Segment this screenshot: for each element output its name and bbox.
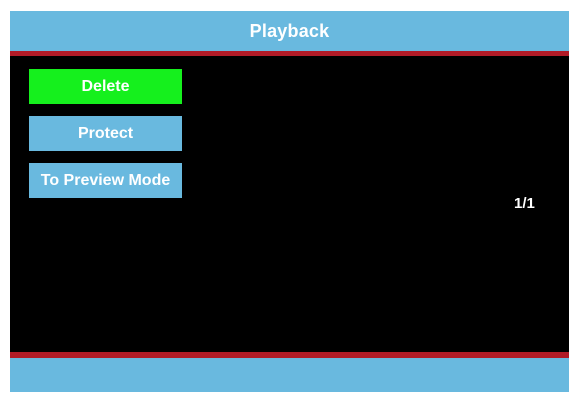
to-preview-mode-button[interactable]: To Preview Mode xyxy=(29,163,182,198)
playback-screen: Playback Delete Protect To Preview Mode … xyxy=(10,11,569,392)
protect-button[interactable]: Protect xyxy=(29,116,182,151)
playback-content: Delete Protect To Preview Mode 1/1 xyxy=(10,56,569,352)
delete-button[interactable]: Delete xyxy=(29,69,182,104)
page-counter: 1/1 xyxy=(514,195,535,212)
page-title: Playback xyxy=(249,20,330,41)
footer-bar xyxy=(10,358,569,392)
title-bar: Playback xyxy=(10,11,569,51)
